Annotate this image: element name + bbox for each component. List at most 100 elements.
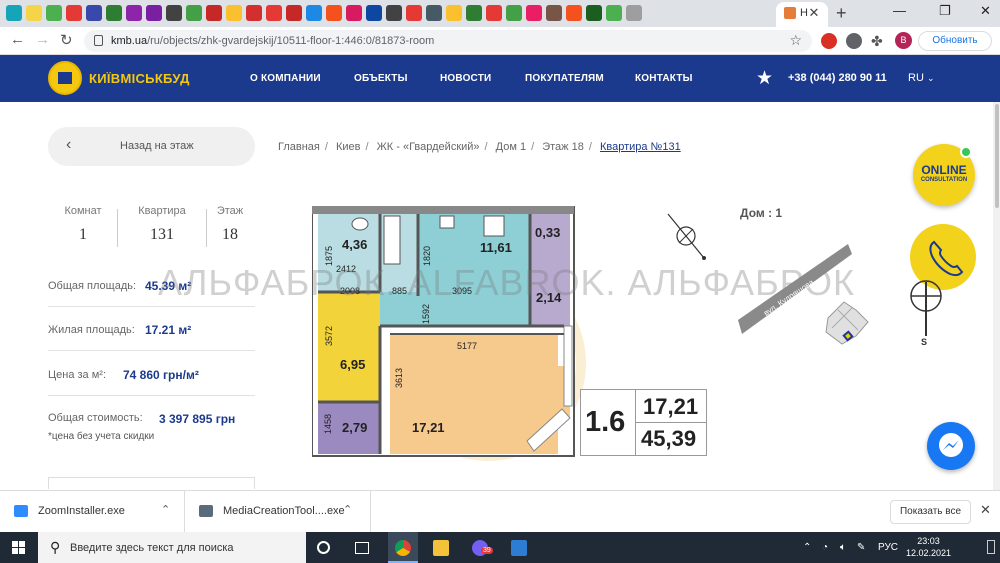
tab-favicon-icon[interactable] (586, 5, 602, 21)
svg-text:S: S (921, 337, 927, 346)
tab-favicon-icon[interactable] (606, 5, 622, 21)
close-window-icon[interactable]: ✕ (980, 3, 991, 19)
nav-objects[interactable]: ОБЪЕКТЫ (354, 73, 408, 84)
tab-favicon-icon[interactable] (406, 5, 422, 21)
tab-favicon-icon[interactable] (306, 5, 322, 21)
tab-favicon-icon[interactable] (346, 5, 362, 21)
tab-favicon-icon[interactable] (186, 5, 202, 21)
tab-favicon-icon[interactable] (626, 5, 642, 21)
scrollbar-thumb[interactable] (995, 104, 999, 208)
close-downloads-icon[interactable]: ✕ (980, 502, 991, 518)
tab-favicon-icon[interactable] (546, 5, 562, 21)
tab-close-icon[interactable]: ✕ (806, 5, 822, 21)
back-to-floor-button[interactable]: ‹ Назад на этаж (48, 127, 255, 166)
minimize-icon[interactable]: — (893, 3, 906, 18)
tab-favicon-icon[interactable] (26, 5, 42, 21)
stove-icon (483, 215, 505, 237)
address-bar[interactable]: kmb.ua/ru/objects/zhk-gvardejskij/10511-… (84, 30, 812, 52)
tab-favicon-icon[interactable] (366, 5, 382, 21)
chrome-taskbar-button[interactable] (388, 532, 418, 563)
tab-favicon-icon[interactable] (526, 5, 542, 21)
tab-favicon-icon[interactable] (386, 5, 402, 21)
system-clock[interactable]: 23:03 12.02.2021 (906, 535, 951, 559)
messenger-chat-button[interactable] (927, 422, 975, 470)
breadcrumb-city[interactable]: Киев (336, 141, 361, 153)
tab-favicon-icon[interactable] (46, 5, 62, 21)
extension-icon[interactable] (846, 33, 862, 49)
puzzle-icon[interactable]: ✤ (871, 33, 887, 49)
photos-icon[interactable] (511, 540, 527, 556)
nav-news[interactable]: НОВОСТИ (440, 73, 491, 84)
tab-favicon-icon[interactable] (106, 5, 122, 21)
breadcrumb-apartment[interactable]: Квартира №131 (600, 141, 681, 153)
tab-favicon-icon[interactable] (206, 5, 222, 21)
tab-favicon-icon[interactable] (566, 5, 582, 21)
tab-favicon-icon[interactable] (286, 5, 302, 21)
windows-start-icon[interactable] (12, 541, 25, 554)
network-icon[interactable]: ◔ (822, 542, 828, 553)
language-selector[interactable]: RU ⌄ (908, 72, 935, 84)
logo-text[interactable]: КИЇВМІСЬКБУД (89, 71, 190, 86)
tab-favicon-icon[interactable] (466, 5, 482, 21)
tab-favicon-icon[interactable] (126, 5, 142, 21)
download-item[interactable]: MediaCreationTool....exe ⌃ (185, 491, 371, 532)
update-button[interactable]: Обновить (918, 31, 992, 51)
back-arrow-icon[interactable]: ← (10, 31, 25, 48)
tab-favicon-icon[interactable] (326, 5, 342, 21)
tab-favicon-icon[interactable] (66, 5, 82, 21)
tab-favicon-icon[interactable] (486, 5, 502, 21)
nav-buyers[interactable]: ПОКУПАТЕЛЯМ (525, 73, 604, 84)
breadcrumb-complex[interactable]: ЖК - «Гвардейский» (377, 141, 480, 153)
site-header: КИЇВМІСЬКБУД О КОМПАНИИ ОБЪЕКТЫ НОВОСТИ … (0, 55, 1000, 102)
room-area-label: 4,36 (342, 237, 367, 252)
search-icon: ⚲ (50, 539, 61, 555)
tab-favicon-icon[interactable] (226, 5, 242, 21)
reload-icon[interactable]: ↻ (60, 31, 73, 49)
breadcrumb-house[interactable]: Дом 1 (496, 141, 526, 153)
task-view-icon[interactable] (355, 542, 369, 554)
forward-arrow-icon[interactable]: → (35, 31, 50, 48)
show-all-downloads-button[interactable]: Показать все (890, 500, 971, 524)
cortana-icon[interactable] (317, 541, 330, 554)
taskbar-search-box[interactable]: ⚲ Введите здесь текст для поиска (38, 532, 306, 563)
tab-favicon-icon[interactable] (246, 5, 262, 21)
tab-favicon-icon[interactable] (266, 5, 282, 21)
file-explorer-icon[interactable] (433, 540, 449, 556)
volume-icon[interactable]: 🔈︎ (840, 542, 846, 553)
tab-favicon-icon[interactable] (146, 5, 162, 21)
chevron-up-icon[interactable]: ⌃ (161, 503, 170, 516)
language-indicator[interactable]: РУС (878, 542, 898, 553)
maximize-icon[interactable]: ❐ (939, 3, 951, 19)
lock-icon (94, 35, 103, 46)
tab-favicon-icon[interactable] (426, 5, 442, 21)
tab-favicon-icon[interactable] (506, 5, 522, 21)
favorites-star-icon[interactable]: ★ (756, 67, 773, 90)
chevron-up-icon[interactable]: ⌃ (803, 542, 811, 553)
tab-favicon-icon[interactable] (166, 5, 182, 21)
download-item[interactable]: ZoomInstaller.exe ⌃ (0, 491, 185, 532)
tab-favicon-icon[interactable] (86, 5, 102, 21)
breadcrumb-floor[interactable]: Этаж 18 (542, 141, 584, 153)
stat-floor: Этаж 18 (216, 205, 244, 243)
stat-apartment: Квартира 131 (138, 205, 186, 243)
apartment-floor-plan: 4,36 11,61 0,33 2,14 6,95 2,79 17,21 187… (312, 206, 575, 457)
bookmark-star-icon[interactable]: ☆ (789, 32, 802, 49)
tab-strip: Н ✕ + — ❐ ✕ (0, 0, 1000, 27)
extension-icon[interactable] (821, 33, 837, 49)
tab-favicon-icon[interactable] (6, 5, 22, 21)
phone-number[interactable]: +38 (044) 280 90 11 (788, 72, 887, 84)
new-tab-button[interactable]: + (836, 3, 847, 24)
wall (312, 206, 574, 214)
notifications-icon[interactable] (987, 540, 995, 554)
price-per-m2-row: Цена за м²: 74 860 грн/м² (48, 360, 255, 396)
chevron-up-icon[interactable]: ⌃ (343, 503, 352, 516)
pen-icon[interactable]: ✎ (857, 542, 865, 553)
profile-avatar[interactable]: B (895, 32, 912, 49)
nav-contacts[interactable]: КОНТАКТЫ (635, 73, 693, 84)
breadcrumb-home[interactable]: Главная (278, 141, 320, 153)
room-area-label: 2,79 (342, 420, 367, 435)
nav-company[interactable]: О КОМПАНИИ (250, 73, 321, 84)
logo-icon[interactable] (48, 61, 82, 95)
tab-favicon-icon[interactable] (446, 5, 462, 21)
downloads-bar: ZoomInstaller.exe ⌃ MediaCreationTool...… (0, 490, 1000, 532)
